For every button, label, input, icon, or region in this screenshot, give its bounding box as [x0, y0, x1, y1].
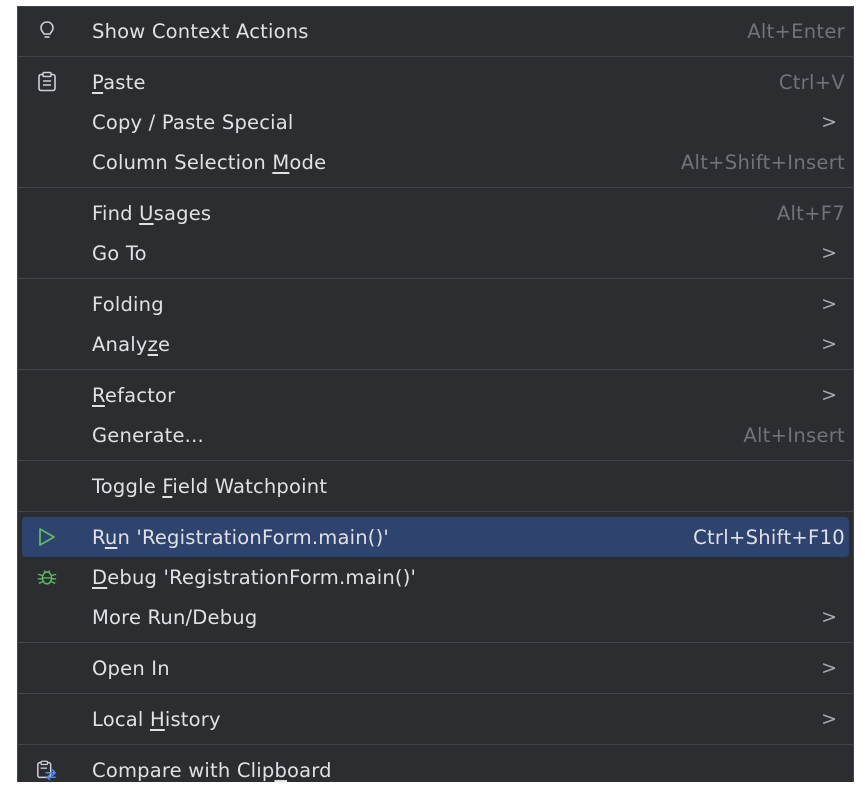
menu-separator — [18, 56, 853, 57]
menu-item-folding[interactable]: Folding > — [22, 284, 849, 324]
menu-item-label: Refactor — [92, 383, 176, 407]
menu-item-label: Generate... — [92, 423, 204, 447]
menu-item-label: More Run/Debug — [92, 605, 258, 629]
menu-item-refactor[interactable]: Refactor > — [22, 375, 849, 415]
shortcut-label: Alt+F7 — [776, 201, 845, 225]
debug-icon — [36, 566, 58, 588]
menu-item-generate[interactable]: Generate... Alt+Insert — [22, 415, 849, 455]
menu-item-label: Go To — [92, 241, 147, 265]
shortcut-label: Alt+Shift+Insert — [680, 150, 845, 174]
menu-item-label: Find Usages — [92, 201, 212, 225]
menu-item-copy-paste-special[interactable]: Copy / Paste Special > — [22, 102, 849, 142]
clipboard-icon — [36, 71, 58, 93]
menu-item-label: Analyze — [92, 332, 171, 356]
submenu-arrow-icon: > — [821, 657, 837, 679]
compare-clipboard-icon — [36, 759, 58, 781]
menu-item-paste[interactable]: Paste Ctrl+V — [22, 62, 849, 102]
menu-item-toggle-field-watchpoint[interactable]: Toggle Field Watchpoint — [22, 466, 849, 506]
menu-item-show-context-actions[interactable]: Show Context Actions Alt+Enter — [22, 11, 849, 51]
shortcut-label: Alt+Enter — [747, 19, 845, 43]
submenu-arrow-icon: > — [821, 606, 837, 628]
menu-separator — [18, 693, 853, 694]
submenu-arrow-icon: > — [821, 293, 837, 315]
menu-separator — [18, 511, 853, 512]
menu-item-label: Open In — [92, 656, 170, 680]
menu-item-go-to[interactable]: Go To > — [22, 233, 849, 273]
menu-item-local-history[interactable]: Local History > — [22, 699, 849, 739]
menu-separator — [18, 744, 853, 745]
menu-item-label: Local History — [92, 707, 221, 731]
menu-item-column-selection-mode[interactable]: Column Selection Mode Alt+Shift+Insert — [22, 142, 849, 182]
shortcut-label: Ctrl+Shift+F10 — [693, 525, 845, 549]
lightbulb-icon — [36, 20, 58, 42]
menu-item-label: Compare with Clipboard — [92, 758, 332, 782]
menu-item-compare-with-clipboard[interactable]: Compare with Clipboard — [22, 750, 849, 790]
menu-item-find-usages[interactable]: Find Usages Alt+F7 — [22, 193, 849, 233]
menu-item-more-run-debug[interactable]: More Run/Debug > — [22, 597, 849, 637]
menu-separator — [18, 187, 853, 188]
menu-item-label: Copy / Paste Special — [92, 110, 294, 134]
submenu-arrow-icon: > — [821, 384, 837, 406]
menu-item-label: Paste — [92, 70, 146, 94]
menu-item-analyze[interactable]: Analyze > — [22, 324, 849, 364]
menu-separator — [18, 460, 853, 461]
submenu-arrow-icon: > — [821, 111, 837, 133]
shortcut-label: Ctrl+V — [778, 70, 845, 94]
run-icon — [36, 526, 58, 548]
menu-separator — [18, 642, 853, 643]
menu-item-label: Show Context Actions — [92, 19, 309, 43]
menu-separator — [18, 278, 853, 279]
shortcut-label: Alt+Insert — [743, 423, 845, 447]
menu-item-label: Column Selection Mode — [92, 150, 327, 174]
menu-item-open-in[interactable]: Open In > — [22, 648, 849, 688]
editor-context-menu: Show Context Actions Alt+Enter Paste Ctr… — [17, 6, 854, 782]
menu-item-label: Debug 'RegistrationForm.main()' — [92, 565, 417, 589]
menu-separator — [18, 369, 853, 370]
menu-item-label: Folding — [92, 292, 164, 316]
submenu-arrow-icon: > — [821, 333, 837, 355]
menu-item-label: Toggle Field Watchpoint — [92, 474, 328, 498]
menu-item-debug[interactable]: Debug 'RegistrationForm.main()' — [22, 557, 849, 597]
menu-item-label: Run 'RegistrationForm.main()' — [92, 525, 389, 549]
submenu-arrow-icon: > — [821, 708, 837, 730]
menu-item-run[interactable]: Run 'RegistrationForm.main()' Ctrl+Shift… — [22, 517, 849, 557]
submenu-arrow-icon: > — [821, 242, 837, 264]
